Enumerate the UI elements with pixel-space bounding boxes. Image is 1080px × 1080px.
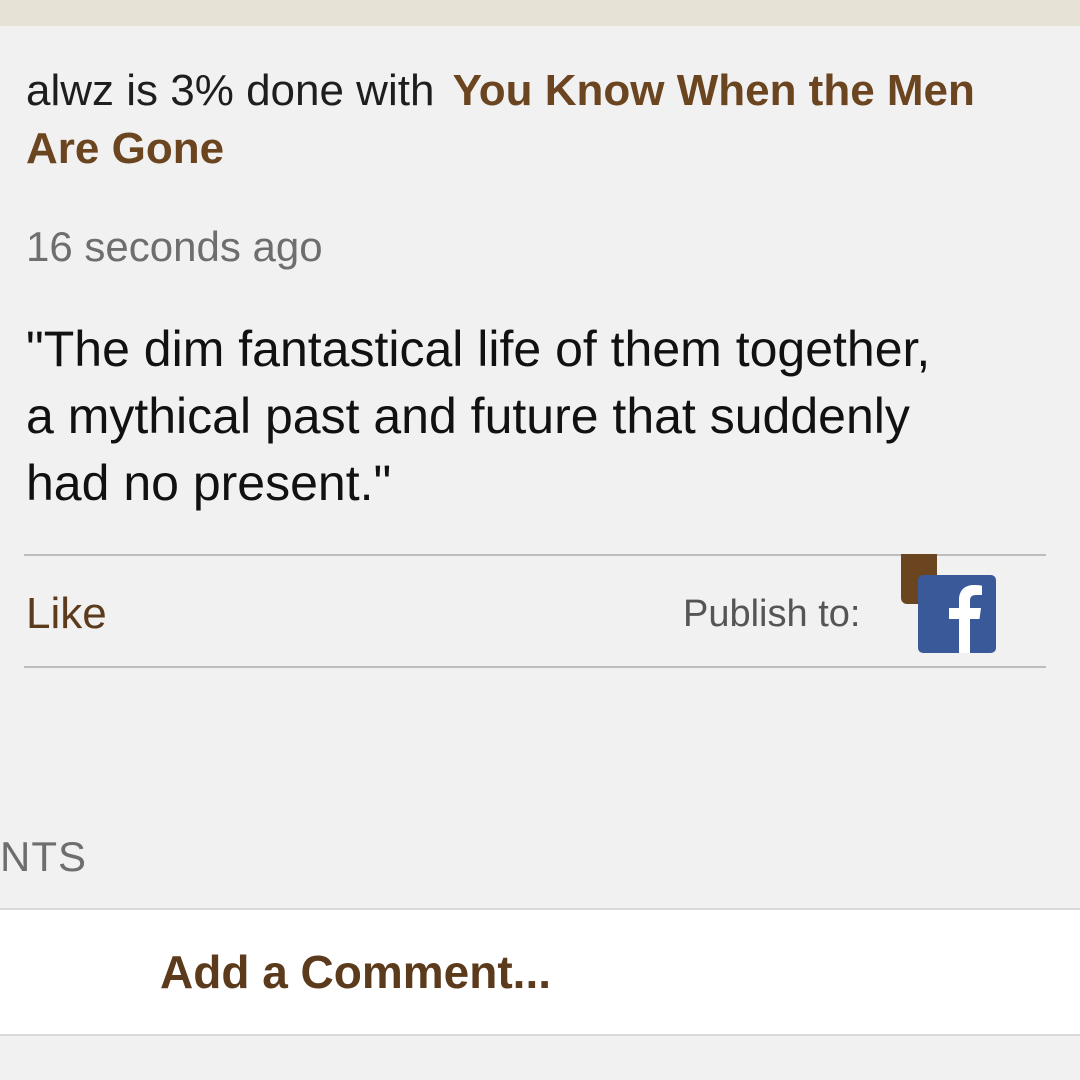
like-button[interactable]: Like [26,586,107,642]
add-comment-button[interactable]: Add a Comment... [160,942,551,1002]
status-prefix: alwz is 3% done with [26,66,435,115]
publish-to-label: Publish to: [683,593,861,635]
comments-section-header: NTS [0,833,87,880]
add-comment-bar[interactable]: Add a Comment... [0,908,1080,1036]
facebook-icon [949,585,982,653]
divider-top [24,554,1046,556]
status-line: alwz is 3% done with You Know When the M… [26,62,1026,178]
timestamp: 16 seconds ago [26,223,323,270]
top-strip [0,0,1080,26]
divider-bottom [24,666,1046,668]
quote-text: "The dim fantastical life of them togeth… [26,321,931,511]
facebook-publish-button[interactable] [918,575,996,653]
